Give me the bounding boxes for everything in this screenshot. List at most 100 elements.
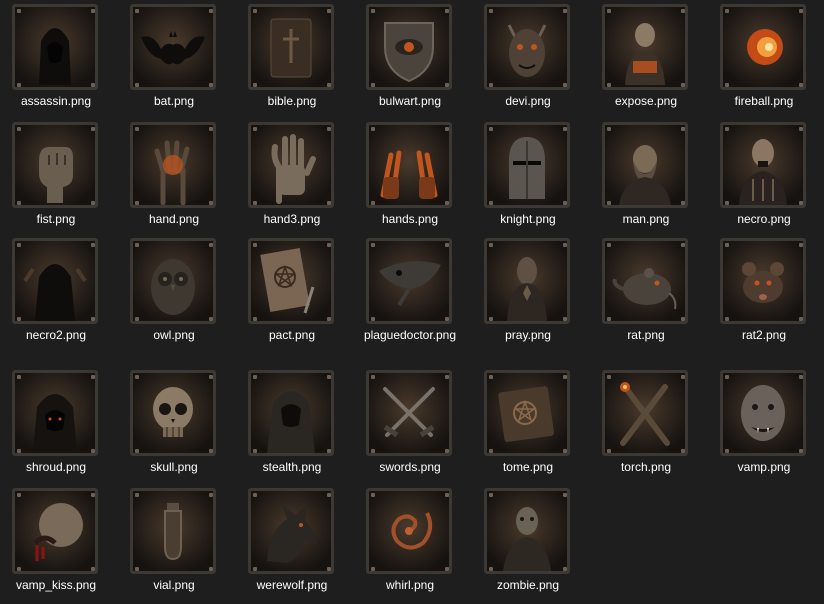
file-name-label: rat.png xyxy=(627,328,665,342)
file-item[interactable]: whirl.png xyxy=(356,484,474,602)
file-name-label: hands.png xyxy=(381,212,439,226)
frame-rivet xyxy=(489,243,493,247)
frame-rivet xyxy=(563,317,567,321)
vampire-kiss-icon xyxy=(12,488,98,574)
frame-rivet xyxy=(371,201,375,205)
file-item[interactable]: stealth.png xyxy=(238,366,356,484)
file-name-label: vamp.png xyxy=(737,460,791,474)
frame-rivet xyxy=(253,375,257,379)
plague-mask-icon xyxy=(366,238,452,324)
file-item[interactable]: hands.png xyxy=(356,118,474,236)
file-name-label: bulwart.png xyxy=(378,94,442,108)
frame-rivet xyxy=(725,375,729,379)
whirl-icon xyxy=(366,488,452,574)
file-item[interactable]: hand.png xyxy=(120,118,238,236)
frame-rivet xyxy=(91,243,95,247)
frame-rivet xyxy=(563,243,567,247)
frame-rivet xyxy=(681,9,685,13)
frame-rivet xyxy=(371,375,375,379)
frame-rivet xyxy=(725,201,729,205)
file-name-label: whirl.png xyxy=(385,578,435,592)
file-name-label: zombie.png xyxy=(496,578,560,592)
file-item[interactable]: pray.png xyxy=(474,234,592,352)
file-item[interactable]: owl.png xyxy=(120,234,238,352)
frame-rivet xyxy=(17,243,21,247)
frame-rivet xyxy=(209,127,213,131)
frame-rivet xyxy=(17,375,21,379)
file-item[interactable]: skull.png xyxy=(120,366,238,484)
file-item[interactable]: bat.png xyxy=(120,0,238,118)
file-item[interactable]: knight.png xyxy=(474,118,592,236)
frame-rivet xyxy=(209,493,213,497)
file-item[interactable]: werewolf.png xyxy=(238,484,356,602)
frame-rivet xyxy=(489,9,493,13)
file-item[interactable]: vial.png xyxy=(120,484,238,602)
praying-figure-icon xyxy=(484,238,570,324)
frame-rivet xyxy=(17,201,21,205)
frame-rivet xyxy=(327,449,331,453)
file-item[interactable]: necro2.png xyxy=(2,234,120,352)
frame-rivet xyxy=(799,83,803,87)
stealth-cloak-icon xyxy=(248,370,334,456)
file-item[interactable]: vamp.png xyxy=(710,366,824,484)
file-name-label: vamp_kiss.png xyxy=(15,578,97,592)
file-item[interactable]: swords.png xyxy=(356,366,474,484)
frame-rivet xyxy=(91,567,95,571)
frame-rivet xyxy=(371,9,375,13)
file-item[interactable]: vamp_kiss.png xyxy=(2,484,120,602)
file-item[interactable]: hand3.png xyxy=(238,118,356,236)
frame-rivet xyxy=(563,127,567,131)
file-item[interactable]: necro.png xyxy=(710,118,824,236)
necromancer-icon xyxy=(720,122,806,208)
file-item[interactable]: bulwart.png xyxy=(356,0,474,118)
file-item[interactable]: tome.png xyxy=(474,366,592,484)
frame-rivet xyxy=(17,83,21,87)
file-item[interactable]: fireball.png xyxy=(710,0,824,118)
file-name-label: rat2.png xyxy=(741,328,787,342)
file-item[interactable]: rat2.png xyxy=(710,234,824,352)
frame-rivet xyxy=(91,127,95,131)
frame-rivet xyxy=(327,243,331,247)
skull-icon xyxy=(130,370,216,456)
frame-rivet xyxy=(563,567,567,571)
frame-rivet xyxy=(563,449,567,453)
rat-icon xyxy=(602,238,688,324)
frame-rivet xyxy=(681,83,685,87)
file-item[interactable]: shroud.png xyxy=(2,366,120,484)
glowing-hand-icon xyxy=(130,122,216,208)
frame-rivet xyxy=(253,567,257,571)
frame-rivet xyxy=(563,201,567,205)
file-name-label: pray.png xyxy=(505,328,551,342)
file-name-label: knight.png xyxy=(500,212,556,226)
file-item[interactable]: zombie.png xyxy=(474,484,592,602)
demon-face-icon xyxy=(484,4,570,90)
file-item[interactable]: expose.png xyxy=(592,0,710,118)
frame-rivet xyxy=(445,567,449,571)
file-name-label: assassin.png xyxy=(20,94,92,108)
file-item[interactable]: bible.png xyxy=(238,0,356,118)
frame-rivet xyxy=(327,83,331,87)
file-item[interactable]: man.png xyxy=(592,118,710,236)
frame-rivet xyxy=(799,449,803,453)
hooded-necromancer-icon xyxy=(12,238,98,324)
file-item[interactable]: torch.png xyxy=(592,366,710,484)
frame-rivet xyxy=(607,127,611,131)
file-item[interactable]: rat.png xyxy=(592,234,710,352)
frame-rivet xyxy=(91,317,95,321)
file-item[interactable]: plaguedoctor.png xyxy=(356,234,474,352)
file-item[interactable]: pact.png xyxy=(238,234,356,352)
frame-rivet xyxy=(445,127,449,131)
frame-rivet xyxy=(371,317,375,321)
file-item[interactable]: devi.png xyxy=(474,0,592,118)
frame-rivet xyxy=(17,449,21,453)
frame-rivet xyxy=(17,127,21,131)
file-grid: assassin.png bat.png bible.png bulwart.png d… xyxy=(0,0,824,604)
file-name-label: necro.png xyxy=(737,212,791,226)
frame-rivet xyxy=(607,201,611,205)
frame-rivet xyxy=(725,127,729,131)
file-name-label: fist.png xyxy=(36,212,76,226)
file-item[interactable]: fist.png xyxy=(2,118,120,236)
frame-rivet xyxy=(209,317,213,321)
frame-rivet xyxy=(327,127,331,131)
file-item[interactable]: assassin.png xyxy=(2,0,120,118)
